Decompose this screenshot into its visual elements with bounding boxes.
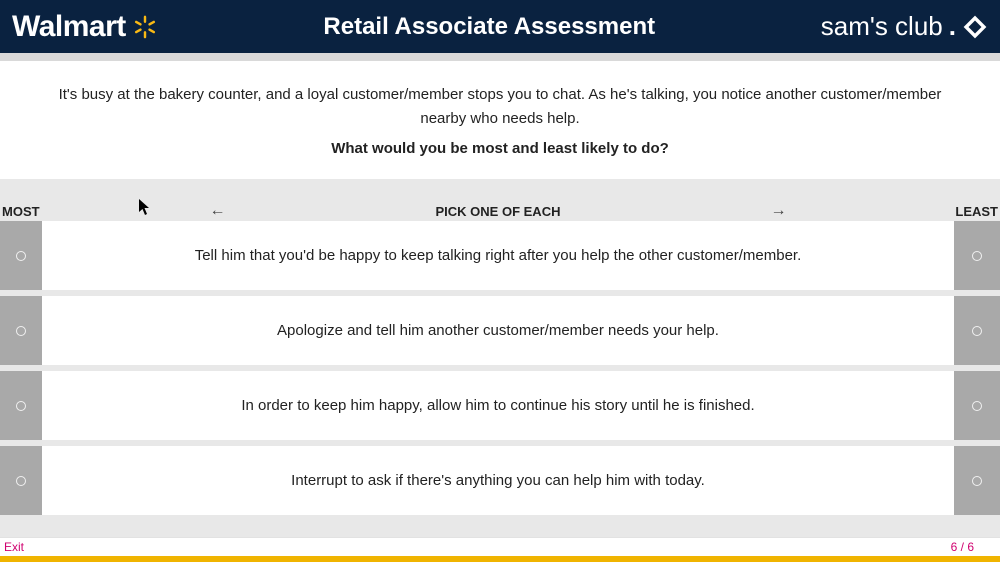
option-row: Interrupt to ask if there's anything you… (0, 446, 1000, 515)
header-strip (0, 53, 1000, 61)
sams-club-text: sam's club (821, 11, 943, 42)
arrow-right-icon: → (770, 202, 786, 220)
page-indicator: 6 / 6 (951, 540, 996, 554)
walmart-brand: Walmart (12, 10, 158, 44)
most-radio[interactable] (0, 221, 42, 290)
column-center-label: PICK ONE OF EACH (436, 204, 561, 219)
column-center: ← PICK ONE OF EACH → (42, 202, 954, 220)
arrow-left-icon: ← (210, 202, 226, 220)
scenario-text: It's busy at the bakery counter, and a l… (50, 83, 950, 131)
option-text: Apologize and tell him another customer/… (42, 296, 954, 365)
footer: Exit 6 / 6 (0, 537, 1000, 562)
least-radio[interactable] (954, 371, 1000, 440)
scenario-question: What would you be most and least likely … (50, 137, 950, 161)
spacer (0, 179, 1000, 201)
column-most-label: MOST (0, 204, 42, 219)
least-radio[interactable] (954, 446, 1000, 515)
most-radio[interactable] (0, 371, 42, 440)
least-radio[interactable] (954, 296, 1000, 365)
sams-club-dot: . (949, 11, 956, 42)
least-radio[interactable] (954, 221, 1000, 290)
page-title: Retail Associate Assessment (158, 13, 821, 41)
most-radio[interactable] (0, 296, 42, 365)
option-row: In order to keep him happy, allow him to… (0, 371, 1000, 440)
progress-bar (0, 556, 1000, 562)
exit-link[interactable]: Exit (4, 540, 24, 554)
option-text: In order to keep him happy, allow him to… (42, 371, 954, 440)
walmart-logo-text: Walmart (12, 10, 126, 44)
option-text: Tell him that you'd be happy to keep tal… (42, 221, 954, 290)
option-rows: Tell him that you'd be happy to keep tal… (0, 221, 1000, 515)
sams-club-brand: sam's club. (821, 11, 988, 42)
header-bar: Walmart Retail Associate Assessment sam'… (0, 0, 1000, 53)
spark-icon (132, 14, 158, 40)
most-radio[interactable] (0, 446, 42, 515)
option-row: Tell him that you'd be happy to keep tal… (0, 221, 1000, 290)
column-least-label: LEAST (954, 204, 1000, 219)
option-text: Interrupt to ask if there's anything you… (42, 446, 954, 515)
column-headers: MOST ← PICK ONE OF EACH → LEAST (0, 201, 1000, 221)
scenario-panel: It's busy at the bakery counter, and a l… (0, 61, 1000, 179)
option-row: Apologize and tell him another customer/… (0, 296, 1000, 365)
diamond-icon (962, 14, 988, 40)
